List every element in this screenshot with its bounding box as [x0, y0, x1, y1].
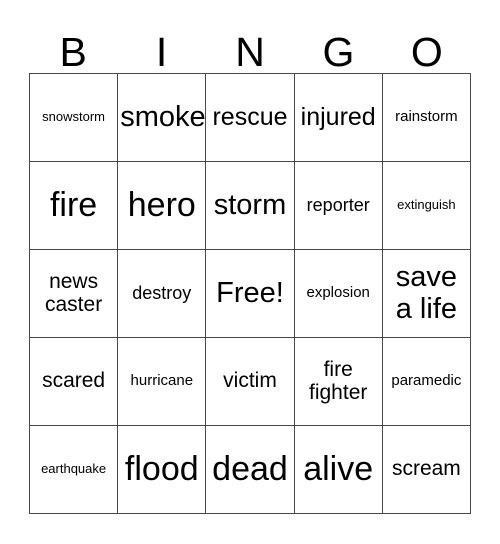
bingo-cell-label: save a life: [395, 261, 458, 325]
bingo-cell-label: scared: [42, 369, 106, 393]
bingo-header-letter-n: N: [235, 29, 265, 75]
bingo-header-letter-o: O: [410, 29, 443, 75]
bingo-cell-label: extinguish: [397, 197, 456, 213]
bingo-cell-label: fire fighter: [309, 357, 368, 404]
bingo-cell-label: smoke: [120, 100, 206, 133]
bingo-cell-r4c4[interactable]: fire fighter: [294, 338, 383, 426]
bingo-cell-r2c1[interactable]: fire: [30, 162, 119, 250]
bingo-cell-label: destroy: [132, 282, 192, 303]
bingo-cell-r4c3[interactable]: victim: [206, 338, 295, 426]
bingo-cell-label: scream: [391, 457, 461, 481]
bingo-cell-r1c1[interactable]: snowstorm: [30, 74, 119, 162]
bingo-cell-label: flood: [124, 450, 199, 489]
bingo-cell-r4c2[interactable]: hurricane: [118, 338, 207, 426]
bingo-cell-label: reporter: [306, 194, 370, 215]
bingo-cell-r1c5[interactable]: rainstorm: [382, 74, 471, 162]
bingo-cell-r3c5[interactable]: save a life: [382, 250, 471, 338]
bingo-cell-label: storm: [213, 188, 287, 221]
bingo-cell-label: explosion: [306, 284, 370, 302]
bingo-cell-r2c2[interactable]: hero: [118, 162, 207, 250]
bingo-cell-r5c5[interactable]: scream: [382, 426, 471, 514]
bingo-cell-r2c3[interactable]: storm: [206, 162, 295, 250]
bingo-cell-r2c4[interactable]: reporter: [294, 162, 383, 250]
bingo-card: B I N G O snowstorm smoke rescue injured…: [0, 0, 500, 544]
bingo-cell-label: alive: [303, 450, 374, 489]
bingo-cell-label: injured: [300, 103, 376, 131]
bingo-cell-label: news caster: [45, 269, 103, 316]
bingo-header-letter-i: I: [155, 29, 168, 75]
bingo-cell-r2c5[interactable]: extinguish: [382, 162, 471, 250]
bingo-cell-label: rescue: [212, 103, 288, 131]
bingo-header-letter-b: B: [59, 29, 87, 75]
bingo-cell-r3c4[interactable]: explosion: [294, 250, 383, 338]
bingo-cell-label: Free!: [216, 276, 284, 309]
bingo-cell-label: dead: [212, 450, 288, 489]
bingo-cell-r4c1[interactable]: scared: [30, 338, 119, 426]
bingo-cell-free-space[interactable]: Free!: [206, 250, 295, 338]
bingo-cell-r3c2[interactable]: destroy: [118, 250, 207, 338]
bingo-cell-label: paramedic: [391, 372, 462, 390]
bingo-cell-label: fire: [49, 186, 98, 225]
bingo-header-letter-g: G: [322, 29, 355, 75]
bingo-cell-r5c3[interactable]: dead: [206, 426, 295, 514]
bingo-cell-label: hurricane: [130, 372, 194, 390]
bingo-header-row: B I N G O: [29, 18, 471, 73]
bingo-cell-r5c4[interactable]: alive: [294, 426, 383, 514]
bingo-cell-label: rainstorm: [395, 108, 458, 126]
bingo-cell-r1c2[interactable]: smoke: [118, 74, 207, 162]
bingo-cell-r3c1[interactable]: news caster: [30, 250, 119, 338]
bingo-cell-label: snowstorm: [42, 109, 106, 125]
bingo-cell-r5c2[interactable]: flood: [118, 426, 207, 514]
bingo-cell-label: earthquake: [41, 461, 107, 477]
bingo-cell-r4c5[interactable]: paramedic: [382, 338, 471, 426]
bingo-cell-label: hero: [127, 186, 196, 225]
bingo-cell-r1c3[interactable]: rescue: [206, 74, 295, 162]
bingo-grid: snowstorm smoke rescue injured rainstorm…: [29, 73, 471, 514]
bingo-cell-r1c4[interactable]: injured: [294, 74, 383, 162]
bingo-cell-label: victim: [223, 369, 277, 393]
bingo-cell-r5c1[interactable]: earthquake: [30, 426, 119, 514]
